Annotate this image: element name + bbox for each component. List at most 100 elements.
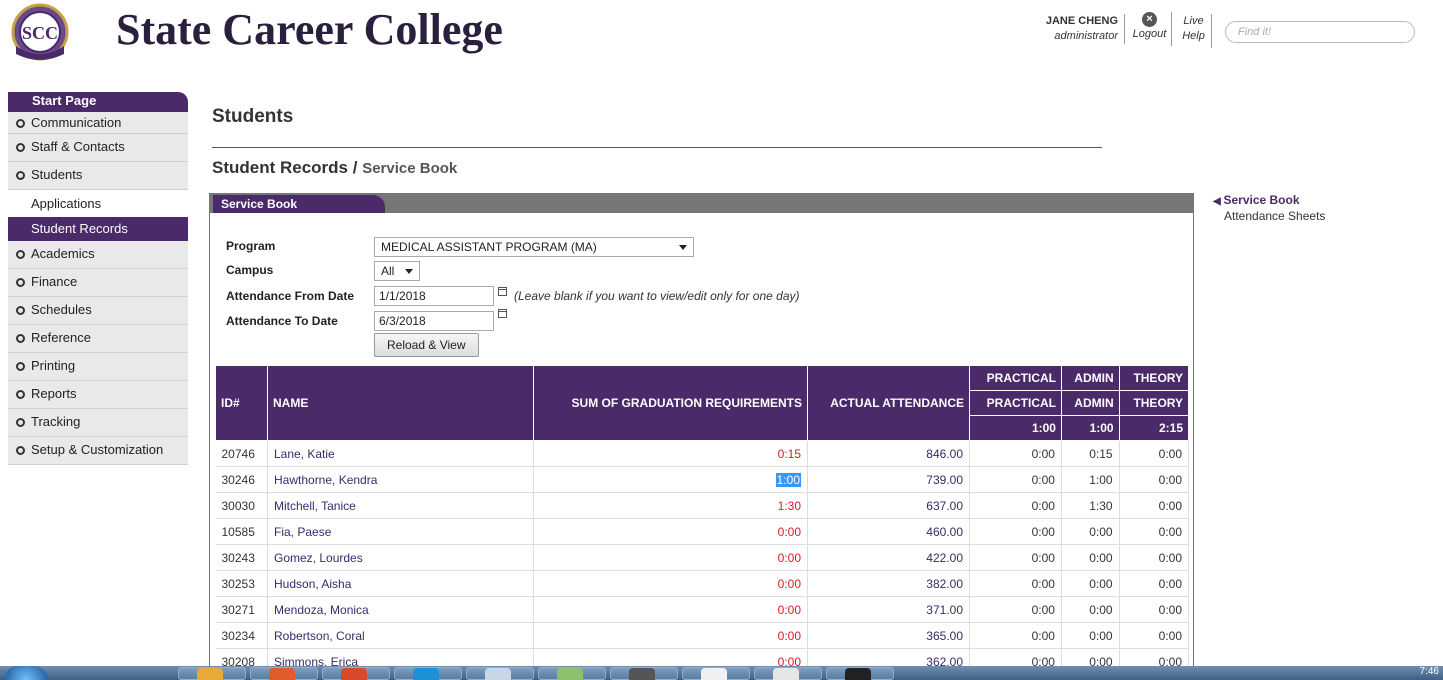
sidebar-item-students[interactable]: Students — [8, 162, 188, 190]
cell-requirement[interactable]: 1:30 — [533, 492, 808, 519]
cell-theory[interactable]: 0:00 — [1119, 544, 1190, 571]
col-header-id[interactable]: ID# — [215, 365, 268, 441]
taskbar-clock[interactable]: 7:46 — [1420, 666, 1439, 677]
cell-requirement[interactable]: 0:15 — [533, 440, 808, 467]
taskbar-app-button[interactable] — [394, 667, 462, 680]
col-header-admin[interactable]: ADMIN — [1060, 365, 1120, 391]
taskbar-app-button[interactable] — [754, 667, 822, 680]
cell-admin[interactable]: 0:00 — [1061, 570, 1120, 597]
link-attendance-sheets[interactable]: Attendance Sheets — [1213, 209, 1325, 223]
cell-practical[interactable]: 0:00 — [969, 518, 1062, 545]
program-select[interactable]: MEDICAL ASSISTANT PROGRAM (MA) — [374, 237, 694, 257]
bullet-icon — [16, 418, 25, 427]
cell-admin[interactable]: 0:00 — [1061, 622, 1120, 649]
cell-admin[interactable]: 0:00 — [1061, 596, 1120, 623]
sidebar-item-reports[interactable]: Reports — [8, 381, 188, 409]
table-row[interactable]: 30243 Gomez, Lourdes 0:00 422.00 0:00 0:… — [215, 544, 1190, 571]
taskbar-app-button[interactable] — [826, 667, 894, 680]
cell-admin[interactable]: 0:00 — [1061, 544, 1120, 571]
sidebar-subitem-student-records[interactable]: Student Records — [8, 217, 188, 241]
col-header-theory[interactable]: THEORY — [1118, 365, 1190, 391]
cell-name[interactable]: Hawthorne, Kendra — [267, 466, 534, 493]
cell-name[interactable]: Robertson, Coral — [267, 622, 534, 649]
taskbar-app-button[interactable] — [466, 667, 534, 680]
cell-name[interactable]: Gomez, Lourdes — [267, 544, 534, 571]
sidebar-start-page[interactable]: Start Page — [8, 92, 188, 112]
cell-practical[interactable]: 0:00 — [969, 596, 1062, 623]
cell-name[interactable]: Mendoza, Monica — [267, 596, 534, 623]
cell-requirement[interactable]: 0:00 — [533, 544, 808, 571]
live-help-link[interactable]: Live Help — [1176, 14, 1212, 48]
calendar-icon[interactable] — [498, 287, 507, 296]
sidebar-item-label: Printing — [31, 358, 76, 373]
table-row[interactable]: 30253 Hudson, Aisha 0:00 382.00 0:00 0:0… — [215, 570, 1190, 597]
cell-admin[interactable]: 1:00 — [1061, 466, 1120, 493]
cell-name[interactable]: Hudson, Aisha — [267, 570, 534, 597]
sidebar-item-setup-customization[interactable]: Setup & Customization — [8, 437, 188, 465]
sidebar-item-schedules[interactable]: Schedules — [8, 297, 188, 325]
cell-practical[interactable]: 0:00 — [969, 544, 1062, 571]
cell-requirement[interactable]: 0:00 — [533, 570, 808, 597]
cell-admin[interactable]: 0:15 — [1061, 440, 1120, 467]
taskbar-app-button[interactable] — [682, 667, 750, 680]
cell-practical[interactable]: 0:00 — [969, 492, 1062, 519]
cell-practical[interactable]: 0:00 — [969, 440, 1062, 467]
table-row[interactable]: 20746 Lane, Katie 0:15 846.00 0:00 0:15 … — [215, 440, 1190, 467]
taskbar-app-button[interactable] — [322, 667, 390, 680]
cell-requirement[interactable]: 0:00 — [533, 622, 808, 649]
from-date-input[interactable]: 1/1/2018 — [374, 286, 494, 306]
cell-name[interactable]: Fia, Paese — [267, 518, 534, 545]
calendar-icon[interactable] — [498, 309, 507, 318]
table-row[interactable]: 10585 Fia, Paese 0:00 460.00 0:00 0:00 0… — [215, 518, 1190, 545]
cell-theory[interactable]: 0:00 — [1119, 570, 1190, 597]
to-date-label: Attendance To Date — [226, 314, 338, 328]
cell-practical[interactable]: 0:00 — [969, 570, 1062, 597]
col-header-graduation-requirements[interactable]: SUM OF GRADUATION REQUIREMENTS — [533, 365, 808, 441]
table-row[interactable]: 30271 Mendoza, Monica 0:00 371.00 0:00 0… — [215, 596, 1190, 623]
reload-view-button[interactable]: Reload & View — [374, 333, 479, 357]
find-search-input[interactable] — [1225, 21, 1415, 43]
taskbar-app-button[interactable] — [178, 667, 246, 680]
to-date-input[interactable]: 6/3/2018 — [374, 311, 494, 331]
cell-admin[interactable]: 1:30 — [1061, 492, 1120, 519]
sidebar-subitem-applications[interactable]: Applications — [8, 190, 188, 217]
link-service-book[interactable]: Service Book — [1213, 193, 1325, 207]
panel-tab-service-book[interactable]: Service Book — [213, 195, 385, 213]
taskbar-app-button[interactable] — [250, 667, 318, 680]
col-header-name[interactable]: NAME — [267, 365, 534, 441]
col-header-actual-attendance[interactable]: ACTUAL ATTENDANCE — [807, 365, 970, 441]
cell-requirement[interactable]: 0:00 — [533, 518, 808, 545]
taskbar-app-button[interactable] — [610, 667, 678, 680]
cell-theory[interactable]: 0:00 — [1119, 596, 1190, 623]
cell-practical[interactable]: 0:00 — [969, 622, 1062, 649]
cell-theory[interactable]: 0:00 — [1119, 492, 1190, 519]
table-row[interactable]: 30030 Mitchell, Tanice 1:30 637.00 0:00 … — [215, 492, 1190, 519]
col-header-practical[interactable]: PRACTICAL — [969, 365, 1062, 391]
cell-theory[interactable]: 0:00 — [1119, 518, 1190, 545]
sidebar-item-academics[interactable]: Academics — [8, 241, 188, 269]
cell-theory[interactable]: 0:00 — [1119, 466, 1190, 493]
cell-practical[interactable]: 0:00 — [969, 466, 1062, 493]
sidebar-item-communication[interactable]: Communication — [8, 112, 188, 134]
logout-button[interactable]: × Logout — [1128, 12, 1172, 46]
start-menu-icon[interactable] — [4, 666, 48, 680]
cell-theory[interactable]: 0:00 — [1119, 440, 1190, 467]
table-row[interactable]: 30234 Robertson, Coral 0:00 365.00 0:00 … — [215, 622, 1190, 649]
taskbar-app-button[interactable] — [538, 667, 606, 680]
cell-theory[interactable]: 0:00 — [1119, 622, 1190, 649]
sidebar-item-printing[interactable]: Printing — [8, 353, 188, 381]
cell-admin[interactable]: 0:00 — [1061, 518, 1120, 545]
table-row[interactable]: 30246 Hawthorne, Kendra 1:00 739.00 0:00… — [215, 466, 1190, 493]
sidebar-item-reference[interactable]: Reference — [8, 325, 188, 353]
sidebar-item-finance[interactable]: Finance — [8, 269, 188, 297]
cell-name[interactable]: Lane, Katie — [267, 440, 534, 467]
sidebar-item-staff-contacts[interactable]: Staff & Contacts — [8, 134, 188, 162]
sidebar-item-tracking[interactable]: Tracking — [8, 409, 188, 437]
cell-name[interactable]: Mitchell, Tanice — [267, 492, 534, 519]
breadcrumb-section[interactable]: Student Records / — [212, 158, 357, 177]
cell-requirement[interactable]: 1:00 — [533, 466, 808, 493]
bullet-icon — [16, 171, 25, 180]
user-info[interactable]: JANE CHENG administrator — [1035, 14, 1125, 44]
cell-requirement[interactable]: 0:00 — [533, 596, 808, 623]
campus-select[interactable]: All — [374, 261, 420, 281]
